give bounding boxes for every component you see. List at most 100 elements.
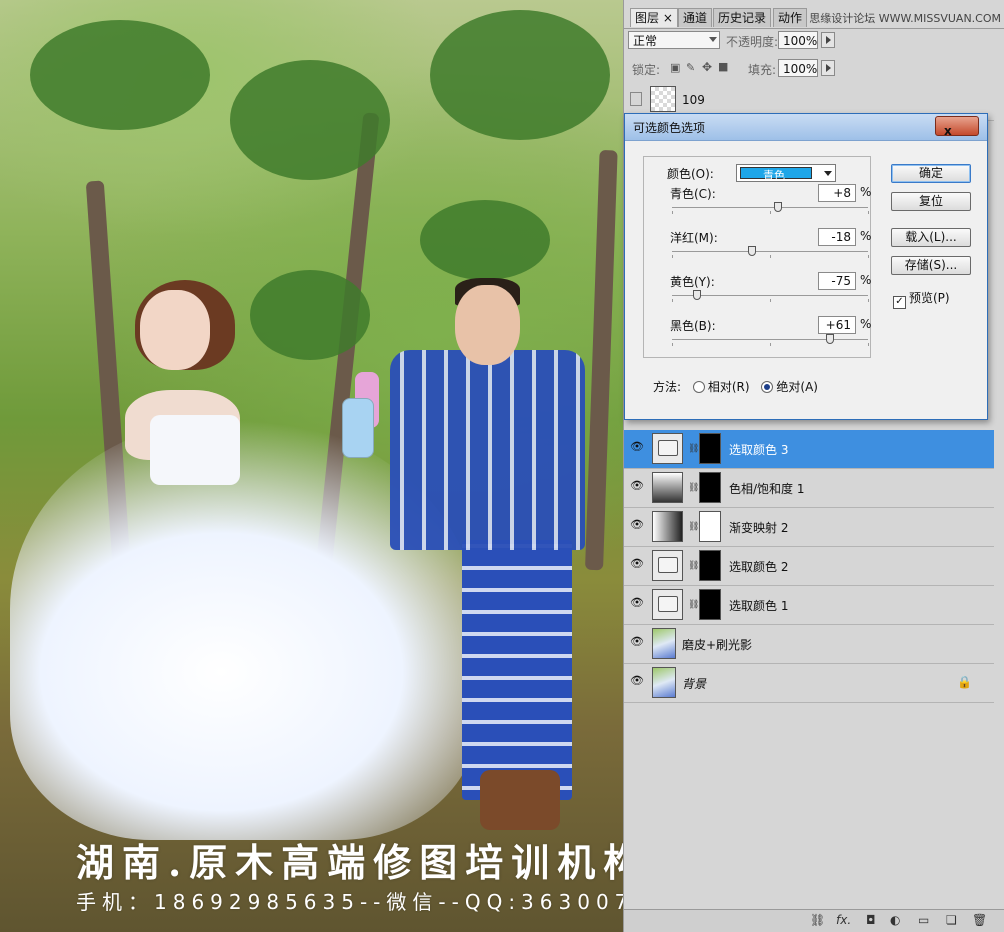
watermark-contact: 手机：18692985635--微信--QQ:363007626 [76,890,623,914]
foliage [430,10,610,140]
eye-icon[interactable]: 👁 [630,675,644,686]
tab-actions[interactable]: 动作 [773,8,808,27]
preview-checkbox[interactable]: ✓ 预览(P) [893,289,950,309]
tab-label: 通道 [683,11,708,25]
eye-icon[interactable]: 👁 [630,558,644,569]
reset-button[interactable]: 复位 [891,192,971,211]
layer-row-selected[interactable]: 👁 ⛓ 选取颜色 3 [624,430,994,469]
slider-thumb[interactable] [825,334,834,344]
radio-absolute[interactable] [761,381,774,393]
tab-channels[interactable]: 通道 [678,8,713,27]
tab-history[interactable]: 历史记录 [713,8,772,27]
layer-name: 磨皮+刷光影 [682,638,753,652]
canvas-photo[interactable]: 湖南.原木高端修图培训机构出品 手机：18692985635--微信--QQ:3… [0,0,623,932]
slider-tick [868,255,869,258]
lock-all-icon[interactable]: ■ [718,60,728,73]
opacity-slider-button[interactable] [821,32,835,48]
lock-transparent-icon[interactable]: ▣ [670,61,680,74]
link-icon[interactable]: ⛓ [810,913,825,927]
relative-label[interactable]: 相对(R) [708,380,750,394]
group-icon[interactable]: ▭ [918,913,929,927]
eye-icon[interactable]: 👁 [630,636,644,647]
layer-row[interactable]: 👁 ⛓ 选取颜色 2 [624,547,994,586]
load-button[interactable]: 载入(L)... [891,228,971,247]
adjustment-thumbnail [652,550,683,581]
new-layer-icon[interactable]: ❏ [946,913,957,927]
layer-row[interactable]: 👁 ⛓ 选取颜色 1 [624,586,994,625]
opacity-value: 100% [783,34,818,48]
slider-track[interactable] [672,290,869,302]
blend-mode-value: 正常 [633,34,658,48]
trash-icon[interactable]: 🗑 [972,913,987,927]
groom-plaid-suit [390,350,585,550]
close-button[interactable]: x [935,116,979,138]
layer-mask-thumbnail[interactable] [699,589,721,620]
opacity-field[interactable]: 100% [778,31,818,49]
slider-tick [868,343,869,346]
layer-row[interactable]: 👁 磨皮+刷光影 [624,625,994,664]
blend-mode-select[interactable]: 正常 [628,31,720,49]
link-icon: ⛓ [688,561,700,571]
slider-value-input[interactable]: +61 [818,316,856,334]
blend-row: 正常 不透明度: 100% [628,30,998,54]
dialog-body: 颜色(O): 青色 青色(C): +8% 洋红(M): -18% 黄色(Y): -75% 黑… [631,144,981,414]
slider-thumb[interactable] [773,202,782,212]
slider-tick [672,255,673,258]
eye-icon[interactable]: 👁 [630,519,644,530]
eye-icon[interactable]: 👁 [630,441,644,452]
mask-icon[interactable]: ◘ [866,913,876,927]
absolute-label[interactable]: 绝对(A) [776,380,818,394]
fill-field[interactable]: 100% [778,59,818,77]
visibility-off[interactable] [630,92,642,106]
slider-value-input[interactable]: -75 [818,272,856,290]
site-watermark: 思缘设计论坛 WWW.MISSVUAN.COM [809,12,1001,25]
slider-track[interactable] [672,334,869,346]
slider-track[interactable] [672,202,869,214]
layer-name: 色相/饱和度 1 [729,482,805,496]
chevron-down-icon [824,171,832,176]
layer-row[interactable]: 👁 ⛓ 色相/饱和度 1 [624,469,994,508]
slider-thumb[interactable] [748,246,757,256]
adjustment-thumbnail [652,472,683,503]
layer-name: 选取颜色 2 [729,560,789,574]
slider-thumb[interactable] [692,290,701,300]
adjustment-thumbnail [652,433,683,464]
hanging-bottle-blue [342,398,374,458]
layer-row[interactable]: 👁 ⛓ 渐变映射 2 [624,508,994,547]
radio-relative[interactable] [692,381,705,393]
layer-mask-thumbnail[interactable] [699,472,721,503]
fill-slider-button[interactable] [821,60,835,76]
fx-icon[interactable]: fx. [836,913,851,927]
close-icon[interactable]: × [663,11,673,25]
lock-move-icon[interactable]: ✥ [702,60,712,74]
adjustment-icon[interactable]: ◐ [890,913,900,927]
slider-label: 洋红(M): [670,231,718,245]
foliage [230,60,390,180]
panel-tabs: 图层 × 通道 历史记录 动作 思缘设计论坛 WWW.MISSVUAN.COM [624,4,1004,29]
foliage [30,20,210,130]
layer-row[interactable]: 👁 背景 🔒 [624,664,994,703]
layer-mask-thumbnail[interactable] [699,550,721,581]
dialog-titlebar[interactable]: 可选颜色选项 x [625,114,987,141]
fill-label: 填充: [748,63,777,77]
lock-paint-icon[interactable]: ✎ [686,61,695,74]
layer-mask-thumbnail[interactable] [699,433,721,464]
colors-label: 颜色(O): [664,165,717,182]
checkbox-checked[interactable]: ✓ [893,296,906,309]
eye-icon[interactable]: 👁 [630,597,644,608]
method-label: 方法: [653,380,682,394]
eye-icon[interactable]: 👁 [630,480,644,491]
foliage [250,270,370,360]
layer-mask-thumbnail[interactable] [699,511,721,542]
slider-value-input[interactable]: +8 [818,184,856,202]
ok-button[interactable]: 确定 [891,164,971,183]
close-icon: x [944,124,952,138]
color-adjust-group: 颜色(O): 青色 青色(C): +8% 洋红(M): -18% 黄色(Y): -75% 黑… [643,156,871,358]
colors-select[interactable]: 青色 [736,164,836,182]
percent-sign: % [860,229,872,243]
save-button[interactable]: 存储(S)... [891,256,971,275]
layer-name: 渐变映射 2 [729,521,789,535]
slider-track[interactable] [672,246,869,258]
tab-layers[interactable]: 图层 × [630,8,678,27]
slider-value-input[interactable]: -18 [818,228,856,246]
